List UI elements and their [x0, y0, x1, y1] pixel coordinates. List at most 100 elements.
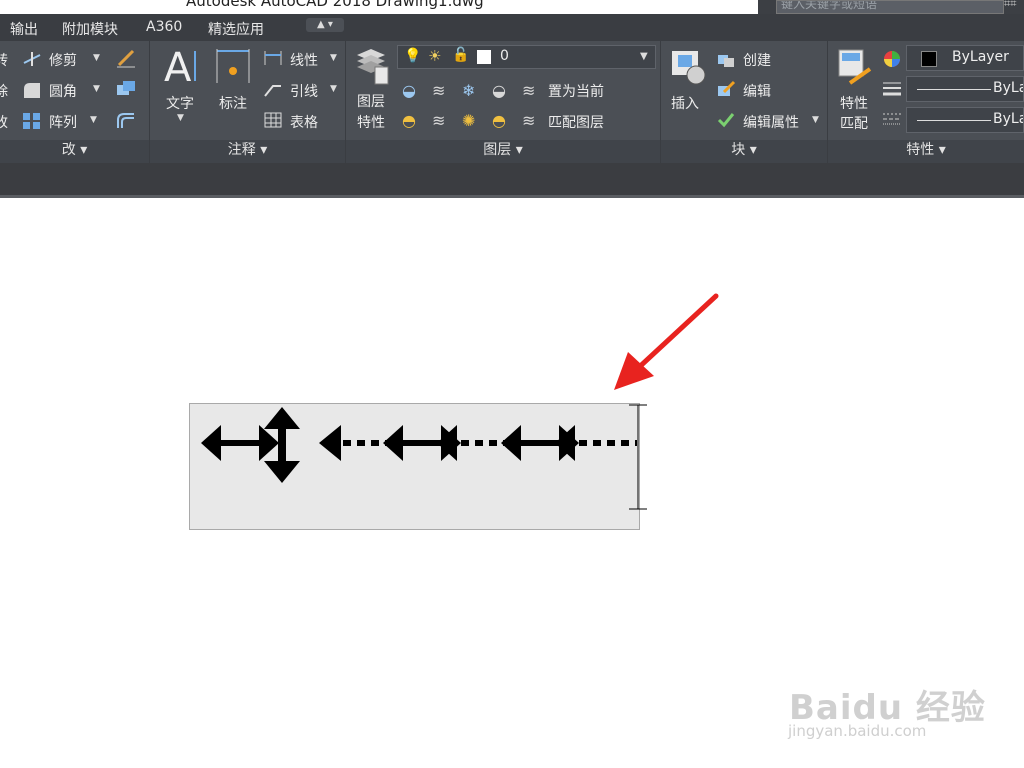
- dimension-icon[interactable]: [214, 47, 252, 85]
- lineweight-dropdown[interactable]: ByLa: [906, 107, 1024, 133]
- linetype-value: ByLa: [993, 80, 1024, 96]
- linetype-dropdown[interactable]: ByLa: [906, 76, 1024, 102]
- arrowhead-left: [383, 425, 403, 461]
- tab-a360[interactable]: A360: [146, 19, 182, 35]
- layer-lock-icon[interactable]: ◒: [492, 81, 506, 100]
- linear-icon[interactable]: [263, 49, 283, 67]
- arrowhead-left: [319, 425, 341, 461]
- table-icon[interactable]: [263, 111, 283, 129]
- dimension-button[interactable]: 标注: [219, 93, 247, 113]
- arrowhead-preview: [201, 404, 647, 510]
- text-icon[interactable]: A: [162, 45, 200, 87]
- linetype-icon[interactable]: [882, 110, 902, 130]
- match-layer-icon[interactable]: ≋: [522, 111, 535, 130]
- move-label-partial[interactable]: 转: [0, 50, 8, 70]
- array-dropdown-icon[interactable]: ▼: [90, 115, 97, 125]
- array-button[interactable]: 阵列: [49, 112, 77, 132]
- linear-button[interactable]: 线性: [290, 50, 318, 70]
- tab-addins[interactable]: 附加模块: [62, 19, 118, 39]
- tab-featured-apps[interactable]: 精选应用: [208, 19, 264, 39]
- search-tools-icon[interactable]: ⌗⌗: [1004, 0, 1016, 9]
- layer-on-icon[interactable]: ◓: [402, 111, 416, 130]
- text-dropdown-icon[interactable]: ▼: [177, 113, 184, 123]
- stretch-label-partial[interactable]: 改: [0, 112, 8, 132]
- current-layer-name: 0: [500, 48, 509, 64]
- edit-block-button[interactable]: 编辑: [743, 81, 771, 101]
- color-value: ByLayer: [952, 49, 1009, 65]
- insert-button[interactable]: 插入: [671, 93, 699, 113]
- layer-dropdown[interactable]: 💡 ☀ 🔓 0 ▼: [397, 45, 656, 69]
- tab-more-button[interactable]: ▲ ▾: [306, 18, 344, 32]
- layer-properties-icon[interactable]: [353, 45, 391, 87]
- trim-icon[interactable]: [22, 50, 42, 68]
- fillet-button[interactable]: 圆角: [49, 81, 77, 101]
- layer-unlock-icon[interactable]: ◓: [492, 111, 506, 130]
- create-block-button[interactable]: 创建: [743, 50, 771, 70]
- title-bar: Autodesk AutoCAD 2018 Drawing1.dwg 键入关键字…: [0, 0, 1024, 14]
- annotation-panel-label[interactable]: 注释 ▾: [150, 140, 345, 163]
- lineweight-preview: [917, 120, 991, 121]
- block-panel-label[interactable]: 块 ▾: [661, 140, 827, 163]
- chevron-down-icon[interactable]: ▼: [640, 51, 648, 62]
- linetype-preview: [917, 89, 991, 90]
- color-dropdown[interactable]: ByLayer: [906, 45, 1024, 71]
- erase-brush-icon[interactable]: [115, 47, 137, 69]
- create-block-icon[interactable]: [716, 50, 736, 68]
- leader-icon[interactable]: [263, 80, 283, 98]
- match-properties-label-2[interactable]: 匹配: [840, 113, 868, 133]
- table-button[interactable]: 表格: [290, 112, 318, 132]
- match-layer-button[interactable]: 匹配图层: [548, 112, 604, 132]
- leader-button[interactable]: 引线: [290, 81, 318, 101]
- ribbon: 转 除 改 修剪 ▼ 圆角 ▼ 阵列 ▼ 改 ▾ A 文字 ▼ 标注 线性 ▼ …: [0, 41, 1024, 163]
- edit-attributes-button[interactable]: 编辑属性: [743, 112, 799, 132]
- edit-attributes-dropdown-icon[interactable]: ▼: [812, 115, 819, 125]
- layer-color-swatch: [477, 50, 491, 64]
- arrowhead-up: [264, 407, 300, 429]
- arrowhead-right: [259, 425, 279, 461]
- watermark-url: jingyan.baidu.com: [788, 722, 927, 740]
- properties-panel-label[interactable]: 特性 ▾: [828, 140, 1024, 163]
- arrowhead-down: [264, 461, 300, 483]
- color-wheel-icon[interactable]: [882, 49, 902, 69]
- tab-output[interactable]: 输出: [10, 19, 38, 39]
- match-properties-icon[interactable]: [836, 47, 874, 87]
- window-title: Autodesk AutoCAD 2018 Drawing1.dwg: [186, 0, 484, 10]
- lineweight-icon[interactable]: [882, 79, 902, 99]
- modify-panel-label[interactable]: 改 ▾: [0, 140, 149, 163]
- arrowhead-tick: [555, 425, 575, 461]
- search-input[interactable]: 键入关键字或短语: [776, 0, 1004, 14]
- red-annotation-arrow: [614, 293, 719, 390]
- trim-button[interactable]: 修剪: [49, 50, 77, 70]
- layer-properties-label-2[interactable]: 特性: [357, 112, 385, 132]
- linear-dropdown-icon[interactable]: ▼: [330, 53, 337, 63]
- match-properties-label-1[interactable]: 特性: [840, 93, 868, 113]
- unlock-icon[interactable]: 🔓: [452, 47, 469, 63]
- lightbulb-icon[interactable]: 💡: [404, 48, 421, 64]
- lineweight-value: ByLa: [993, 111, 1024, 127]
- layer-off-icon[interactable]: ◒: [402, 81, 416, 100]
- arrowhead-tick: [437, 425, 457, 461]
- erase-label-partial[interactable]: 除: [0, 81, 8, 101]
- insert-block-icon[interactable]: [668, 47, 708, 87]
- fillet-dropdown-icon[interactable]: ▼: [93, 84, 100, 94]
- fillet-icon[interactable]: [22, 81, 42, 99]
- layer-unisolate-icon[interactable]: ≋: [432, 111, 445, 130]
- set-current-button[interactable]: 置为当前: [548, 81, 604, 101]
- array-icon[interactable]: [22, 112, 42, 130]
- edit-block-icon[interactable]: [716, 80, 736, 98]
- layer-isolate-icon[interactable]: ≋: [432, 81, 445, 100]
- copy-3d-icon[interactable]: [115, 79, 137, 99]
- layers-panel-label[interactable]: 图层 ▾: [346, 140, 660, 163]
- layer-thaw-icon[interactable]: ✺: [462, 111, 475, 130]
- trim-dropdown-icon[interactable]: ▼: [93, 53, 100, 63]
- text-button[interactable]: 文字: [166, 93, 194, 113]
- sun-icon[interactable]: ☀: [428, 47, 441, 65]
- edit-attributes-icon[interactable]: [716, 111, 736, 129]
- leader-dropdown-icon[interactable]: ▼: [330, 84, 337, 94]
- layer-properties-label-1[interactable]: 图层: [357, 91, 385, 111]
- arrowhead-left: [501, 425, 521, 461]
- offset-icon[interactable]: [115, 111, 137, 131]
- layer-freeze-icon[interactable]: ❄: [462, 81, 475, 100]
- set-current-icon[interactable]: ≋: [522, 81, 535, 100]
- arrowhead-left: [201, 425, 221, 461]
